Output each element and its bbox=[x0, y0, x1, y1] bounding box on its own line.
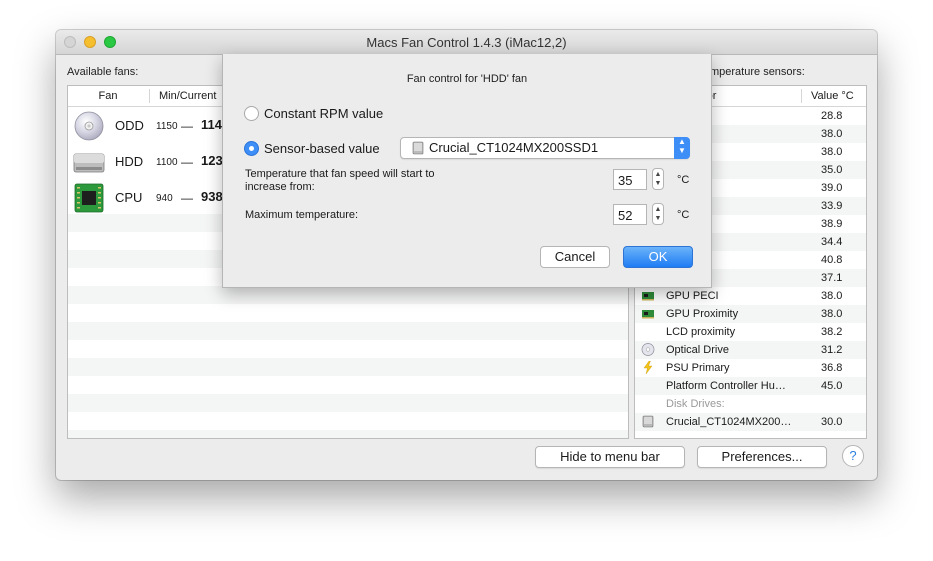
sensor-name: GPU PECI bbox=[666, 290, 719, 302]
sensor-name: Crucial_CT1024MX200… bbox=[666, 416, 792, 428]
cancel-button[interactable]: Cancel bbox=[540, 246, 610, 268]
hide-to-menu-bar-button[interactable]: Hide to menu bar bbox=[535, 446, 685, 468]
sensor-value: 28.8 bbox=[821, 110, 843, 122]
row-stripe bbox=[68, 430, 628, 438]
max-temp-field[interactable]: 52 bbox=[613, 204, 647, 225]
sensor-value: 38.9 bbox=[821, 218, 843, 230]
sensor-based-label[interactable]: Sensor-based value bbox=[264, 141, 380, 156]
row-stripe bbox=[68, 286, 628, 304]
sensor-value: 33.9 bbox=[821, 200, 843, 212]
sensor-row[interactable]: PSU Primary 36.8 bbox=[635, 359, 866, 377]
fan-name: ODD bbox=[115, 118, 144, 133]
sensor-select-value: Crucial_CT1024MX200SSD1 bbox=[429, 140, 599, 155]
help-button[interactable]: ? bbox=[842, 445, 864, 467]
fan-min-speed: 1100 bbox=[156, 157, 178, 168]
available-fans-label: Available fans: bbox=[67, 66, 139, 78]
sensor-value: 38.2 bbox=[821, 326, 843, 338]
sensor-value: 30.0 bbox=[821, 416, 843, 428]
sensor-value: 31.2 bbox=[821, 344, 843, 356]
max-temp-unit: °C bbox=[677, 209, 690, 221]
sensor-row[interactable]: Optical Drive 31.2 bbox=[635, 341, 866, 359]
row-stripe bbox=[68, 358, 628, 376]
sensor-row[interactable]: LCD proximity 38.2 bbox=[635, 323, 866, 341]
start-temp-label-line-2: increase from: bbox=[245, 181, 315, 193]
preferences-button[interactable]: Preferences... bbox=[697, 446, 827, 468]
sensor-row[interactable]: GPU PECI 38.0 bbox=[635, 287, 866, 305]
fan-min-speed: 940 bbox=[156, 193, 173, 204]
ok-button[interactable]: OK bbox=[623, 246, 693, 268]
gpu-card-icon bbox=[642, 310, 654, 319]
sensor-row[interactable]: Crucial_CT1024MX200… 30.0 bbox=[635, 413, 866, 431]
sensor-name: GPU Proximity bbox=[666, 308, 739, 320]
start-temp-stepper[interactable]: ▲ ▼ bbox=[652, 168, 664, 190]
title-bar[interactable]: Macs Fan Control 1.4.3 (iMac12,2) bbox=[56, 30, 877, 55]
column-divider bbox=[801, 89, 802, 103]
fan-speed-separator: — bbox=[181, 191, 193, 205]
constant-rpm-radio[interactable] bbox=[244, 106, 259, 121]
sensor-value: 37.1 bbox=[821, 272, 843, 284]
sensor-group-row: Disk Drives: bbox=[635, 395, 866, 413]
row-stripe bbox=[68, 322, 628, 340]
start-temp-label: Temperature that fan speed will start to… bbox=[245, 168, 435, 194]
temperature-sensors-label: mperature sensors: bbox=[710, 66, 805, 78]
fan-min-speed: 1150 bbox=[156, 121, 178, 132]
disk-drives-group-label: Disk Drives: bbox=[666, 398, 725, 410]
hard-drive-icon bbox=[642, 415, 654, 428]
fan-speed-separator: — bbox=[181, 119, 193, 133]
sensor-value: 39.0 bbox=[821, 182, 843, 194]
sensor-value: 45.0 bbox=[821, 380, 843, 392]
fan-speed-separator: — bbox=[181, 155, 193, 169]
sensor-value: 38.0 bbox=[821, 290, 843, 302]
sensor-value: 40.8 bbox=[821, 254, 843, 266]
hard-drive-icon bbox=[412, 141, 424, 155]
sensor-based-radio[interactable] bbox=[244, 141, 259, 156]
fan-column-header[interactable]: Fan bbox=[68, 90, 148, 102]
start-temp-field[interactable]: 35 bbox=[613, 169, 647, 190]
start-temp-unit: °C bbox=[677, 174, 690, 186]
window-title: Macs Fan Control 1.4.3 (iMac12,2) bbox=[366, 35, 567, 50]
sensor-value: 35.0 bbox=[821, 164, 843, 176]
sensor-value: 34.4 bbox=[821, 236, 843, 248]
column-divider bbox=[149, 89, 150, 103]
sensor-name: PSU Primary bbox=[666, 362, 730, 374]
chevron-up-down-icon: ▲ ▼ bbox=[674, 137, 690, 159]
sensor-name: Optical Drive bbox=[666, 344, 729, 356]
fan-control-sheet: Fan control for 'HDD' fan Constant RPM v… bbox=[222, 54, 712, 288]
sensor-value: 36.8 bbox=[821, 362, 843, 374]
sensor-value: 38.0 bbox=[821, 146, 843, 158]
max-temp-label: Maximum temperature: bbox=[245, 209, 359, 221]
min-current-column-header[interactable]: Min/Current bbox=[159, 90, 216, 102]
max-temp-stepper[interactable]: ▲ ▼ bbox=[652, 203, 664, 225]
fan-current-speed: 123 bbox=[201, 153, 223, 168]
constant-rpm-label[interactable]: Constant RPM value bbox=[264, 106, 383, 121]
sensor-name: LCD proximity bbox=[666, 326, 736, 338]
gpu-card-icon bbox=[642, 292, 654, 301]
fan-current-speed: 114 bbox=[201, 117, 222, 132]
value-column-header[interactable]: Value °C bbox=[811, 90, 854, 102]
lightning-icon bbox=[643, 361, 653, 374]
fan-name: CPU bbox=[115, 190, 143, 205]
optical-disc-icon bbox=[641, 343, 655, 356]
sheet-title: Fan control for 'HDD' fan bbox=[406, 73, 528, 85]
fan-current-speed: 938 bbox=[201, 189, 223, 204]
cpu-chip-icon bbox=[74, 183, 104, 213]
row-stripe bbox=[68, 394, 628, 412]
sensor-select[interactable]: Crucial_CT1024MX200SSD1 ▲ ▼ bbox=[400, 137, 690, 159]
sensor-value: 38.0 bbox=[821, 128, 843, 140]
sensor-row[interactable]: GPU Proximity 38.0 bbox=[635, 305, 866, 323]
fan-name: HDD bbox=[115, 154, 144, 169]
start-temp-label-line-1: Temperature that fan speed will start to bbox=[245, 168, 435, 180]
hard-drive-icon bbox=[73, 153, 105, 173]
sensor-row[interactable]: Platform Controller Hu… 45.0 bbox=[635, 377, 866, 395]
sensor-value: 38.0 bbox=[821, 308, 843, 320]
sensor-name: Platform Controller Hu… bbox=[666, 380, 786, 392]
optical-disc-icon bbox=[74, 111, 104, 141]
